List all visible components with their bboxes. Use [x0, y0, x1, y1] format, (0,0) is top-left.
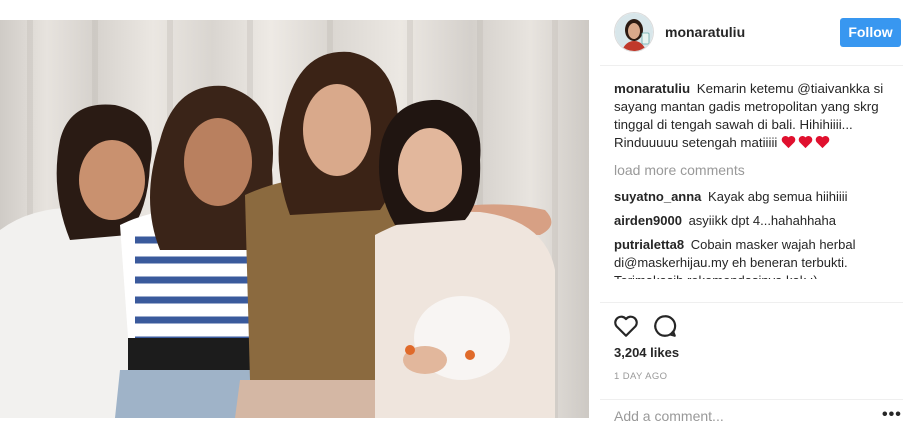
header-username[interactable]: monaratuliu — [665, 24, 745, 40]
caption-username[interactable]: monaratuliu — [614, 81, 690, 96]
profile-avatar[interactable] — [614, 12, 654, 52]
comments-section: monaratuliu Kemarin ketemu @tiaivankka s… — [614, 80, 894, 302]
caption: monaratuliu Kemarin ketemu @tiaivankka s… — [614, 80, 894, 152]
likes-count[interactable]: 3,204 likes — [614, 345, 679, 360]
post-actions — [600, 302, 903, 342]
comment-item: putrialetta8 Cobain masker wajah herbal … — [614, 236, 894, 279]
comment-text: Kayak abg semua hiihiiii — [708, 189, 848, 204]
photo-illustration — [0, 20, 558, 418]
heart-outline-icon[interactable] — [613, 313, 639, 339]
comment-item: suyatno_anna Kayak abg semua hiihiiii — [614, 188, 894, 206]
comment-username[interactable]: airden9000 — [614, 213, 682, 228]
more-options-icon[interactable]: ••• — [882, 407, 902, 423]
post-photo[interactable] — [0, 20, 589, 418]
comment-username[interactable]: suyatno_anna — [614, 189, 701, 204]
post-header: monaratuliu Follow — [600, 0, 903, 66]
load-more-comments[interactable]: load more comments — [614, 162, 894, 178]
caption-hearts — [781, 135, 830, 149]
comment-bubble-icon[interactable] — [652, 313, 678, 339]
red-heart-icon — [798, 135, 813, 149]
post-panel: monaratuliu Follow monaratuliu Kemarin k… — [600, 0, 903, 426]
red-heart-icon — [815, 135, 830, 149]
avatar-image — [615, 13, 653, 51]
add-comment-bar: ••• — [600, 399, 903, 426]
add-comment-input[interactable] — [614, 406, 854, 426]
comment-item: airden9000 asyiikk dpt 4...hahahhaha — [614, 212, 894, 230]
follow-button[interactable]: Follow — [840, 18, 901, 47]
red-heart-icon — [781, 135, 796, 149]
comment-username[interactable]: putrialetta8 — [614, 237, 684, 252]
comment-text: asyiikk dpt 4...hahahhaha — [688, 213, 836, 228]
post-timestamp: 1 DAY AGO — [614, 371, 668, 382]
